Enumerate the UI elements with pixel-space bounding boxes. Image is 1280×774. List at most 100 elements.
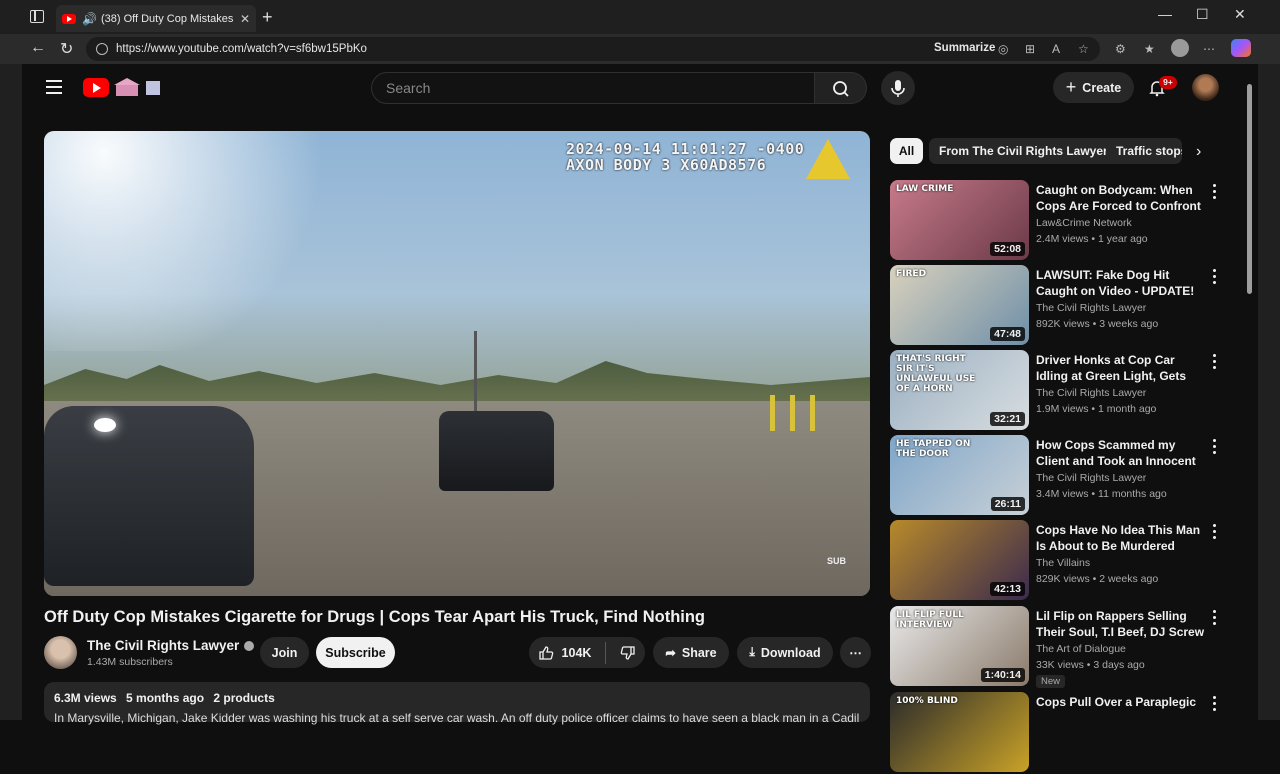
- copilot-icon[interactable]: [1231, 39, 1251, 57]
- related-video-item[interactable]: 42:13 Cops Have No Idea This Man Is About…: [890, 520, 1230, 602]
- thumbs-down-icon[interactable]: [620, 645, 636, 661]
- chip-from-channel[interactable]: From The Civil Rights Lawyer: [929, 138, 1118, 164]
- related-title[interactable]: Cops Have No Idea This Man Is About to B…: [1036, 522, 1208, 554]
- related-video-item[interactable]: 100% BLIND Cops Pull Over a Paraplegic: [890, 692, 1230, 774]
- thumbs-up-icon: [538, 645, 553, 660]
- subscriber-count: 1.43M subscribers: [87, 656, 173, 668]
- view-count: 6.3M views: [54, 691, 117, 705]
- duration-badge: 42:13: [990, 582, 1025, 596]
- related-video-item[interactable]: THAT'S RIGHT SIR IT'S UNLAWFUL USE OF A …: [890, 350, 1230, 432]
- chip-traffic-stops[interactable]: Traffic stops: [1106, 138, 1182, 164]
- search-button[interactable]: [815, 72, 867, 104]
- join-button[interactable]: Join: [260, 637, 309, 668]
- related-thumbnail[interactable]: THAT'S RIGHT SIR IT'S UNLAWFUL USE OF A …: [890, 350, 1029, 430]
- subscribe-button[interactable]: Subscribe: [316, 637, 395, 668]
- description-text: In Marysville, Michigan, Jake Kidder was…: [54, 711, 860, 725]
- speaker-icon[interactable]: 🔊: [82, 12, 97, 26]
- search-input[interactable]: Search: [371, 72, 815, 104]
- tab-close-icon[interactable]: ✕: [240, 12, 250, 26]
- more-vert-icon[interactable]: [1213, 269, 1217, 287]
- extensions-icon[interactable]: ⚙: [1115, 42, 1126, 56]
- related-title[interactable]: Lil Flip on Rappers Selling Their Soul, …: [1036, 608, 1208, 640]
- related-thumbnail[interactable]: LIL FLIP FULL INTERVIEW 1:40:14: [890, 606, 1029, 686]
- duration-badge: 26:11: [990, 497, 1025, 511]
- share-label: Share: [681, 645, 717, 660]
- related-channel[interactable]: The Art of Dialogue: [1036, 643, 1126, 655]
- related-channel[interactable]: Law&Crime Network: [1036, 217, 1132, 229]
- more-vert-icon[interactable]: [1213, 439, 1217, 457]
- related-channel[interactable]: The Civil Rights Lawyer: [1036, 387, 1146, 399]
- copilot-summarize-icon[interactable]: ◎: [998, 42, 1008, 56]
- related-thumbnail[interactable]: 100% BLIND: [890, 692, 1029, 772]
- related-views: 1.9M views • 1 month ago: [1036, 403, 1157, 415]
- related-channel[interactable]: The Civil Rights Lawyer: [1036, 472, 1146, 484]
- chevron-right-icon[interactable]: ›: [1196, 143, 1201, 161]
- more-vert-icon[interactable]: [1213, 184, 1217, 202]
- related-video-item[interactable]: HE TAPPED ON THE DOOR 26:11 How Cops Scamm…: [890, 435, 1230, 517]
- create-button[interactable]: + Create: [1053, 72, 1134, 103]
- channel-name[interactable]: The Civil Rights Lawyer: [87, 638, 255, 653]
- refresh-icon[interactable]: ↻: [60, 39, 73, 59]
- minimize-icon[interactable]: —: [1158, 6, 1172, 22]
- channel-avatar[interactable]: [44, 636, 77, 669]
- bodycam-timestamp: 2024-09-14 11:01:27 -0400 AXON BODY 3 X6…: [566, 141, 804, 173]
- sidebar-toggle-icon[interactable]: [30, 10, 44, 23]
- browser-tab[interactable]: 🔊 (38) Off Duty Cop Mistakes C ✕: [56, 5, 256, 32]
- related-title[interactable]: How Cops Scammed my Client and Took an I…: [1036, 437, 1208, 469]
- voice-search-button[interactable]: [881, 71, 915, 105]
- related-video-item[interactable]: LAW CRIME 52:08 Caught on Bodycam: When Co…: [890, 180, 1230, 262]
- window-close-icon[interactable]: ✕: [1234, 6, 1246, 23]
- maximize-icon[interactable]: ☐: [1196, 6, 1209, 23]
- more-menu-icon[interactable]: ⋯: [1203, 42, 1215, 56]
- download-label: Download: [760, 645, 821, 660]
- scrollbar-thumb[interactable]: [1247, 84, 1252, 294]
- summarize-button[interactable]: Summarize: [934, 42, 995, 54]
- account-avatar[interactable]: [1192, 74, 1219, 101]
- like-button[interactable]: 104K: [538, 645, 591, 661]
- related-thumbnail[interactable]: FIRED 47:48: [890, 265, 1029, 345]
- related-video-item[interactable]: FIRED 47:48 LAWSUIT: Fake Dog Hit Caught o…: [890, 265, 1230, 347]
- subscribe-watermark[interactable]: SUB: [827, 556, 846, 566]
- channel-name-text[interactable]: The Civil Rights Lawyer: [87, 638, 239, 653]
- site-info-icon[interactable]: [96, 43, 108, 55]
- video-treeline: [44, 361, 870, 401]
- profile-icon[interactable]: [1171, 39, 1189, 57]
- favorites-icon[interactable]: ★: [1144, 42, 1155, 56]
- app-available-icon[interactable]: ⊞: [1025, 42, 1035, 56]
- like-dislike-group: 104K: [529, 637, 645, 668]
- video-player[interactable]: 2024-09-14 11:01:27 -0400 AXON BODY 3 X6…: [44, 131, 870, 596]
- microphone-icon: [891, 80, 905, 97]
- youtube-doodle-icon[interactable]: [112, 78, 164, 98]
- guide-menu-icon[interactable]: [46, 80, 62, 94]
- create-label: Create: [1082, 80, 1122, 95]
- more-vert-icon[interactable]: [1213, 610, 1217, 628]
- related-title[interactable]: Driver Honks at Cop Car Idling at Green …: [1036, 352, 1208, 384]
- more-vert-icon[interactable]: [1213, 524, 1217, 542]
- youtube-logo[interactable]: [83, 78, 109, 97]
- related-views: 2.4M views • 1 year ago: [1036, 233, 1148, 245]
- video-truck: [439, 411, 554, 491]
- video-light-post: [474, 331, 477, 411]
- new-tab-icon[interactable]: +: [262, 7, 273, 28]
- description-box[interactable]: 6.3M views 5 months ago 2 products In Ma…: [44, 682, 870, 725]
- related-title[interactable]: Caught on Bodycam: When Cops Are Forced …: [1036, 182, 1208, 214]
- chip-all[interactable]: All: [890, 138, 923, 164]
- page-scrollbar[interactable]: [1244, 72, 1254, 712]
- more-actions-button[interactable]: ⋯: [840, 637, 871, 668]
- related-thumbnail[interactable]: HE TAPPED ON THE DOOR 26:11: [890, 435, 1029, 515]
- more-vert-icon[interactable]: [1213, 696, 1217, 714]
- related-thumbnail[interactable]: LAW CRIME 52:08: [890, 180, 1029, 260]
- more-vert-icon[interactable]: [1213, 354, 1217, 372]
- share-button[interactable]: ➦ Share: [653, 637, 729, 668]
- related-title[interactable]: Cops Pull Over a Paraplegic: [1036, 694, 1208, 710]
- download-button[interactable]: ⤓ Download: [737, 637, 833, 668]
- related-channel[interactable]: The Civil Rights Lawyer: [1036, 302, 1146, 314]
- read-aloud-icon[interactable]: A: [1052, 42, 1060, 56]
- back-icon[interactable]: ←: [30, 39, 46, 57]
- youtube-favicon-icon: [62, 13, 76, 24]
- favorite-star-icon[interactable]: ☆: [1078, 42, 1089, 56]
- related-thumbnail[interactable]: 42:13: [890, 520, 1029, 600]
- related-video-item[interactable]: LIL FLIP FULL INTERVIEW 1:40:14 Lil Flip o…: [890, 606, 1230, 688]
- related-title[interactable]: LAWSUIT: Fake Dog Hit Caught on Video - …: [1036, 267, 1208, 299]
- related-channel[interactable]: The Villains: [1036, 557, 1090, 569]
